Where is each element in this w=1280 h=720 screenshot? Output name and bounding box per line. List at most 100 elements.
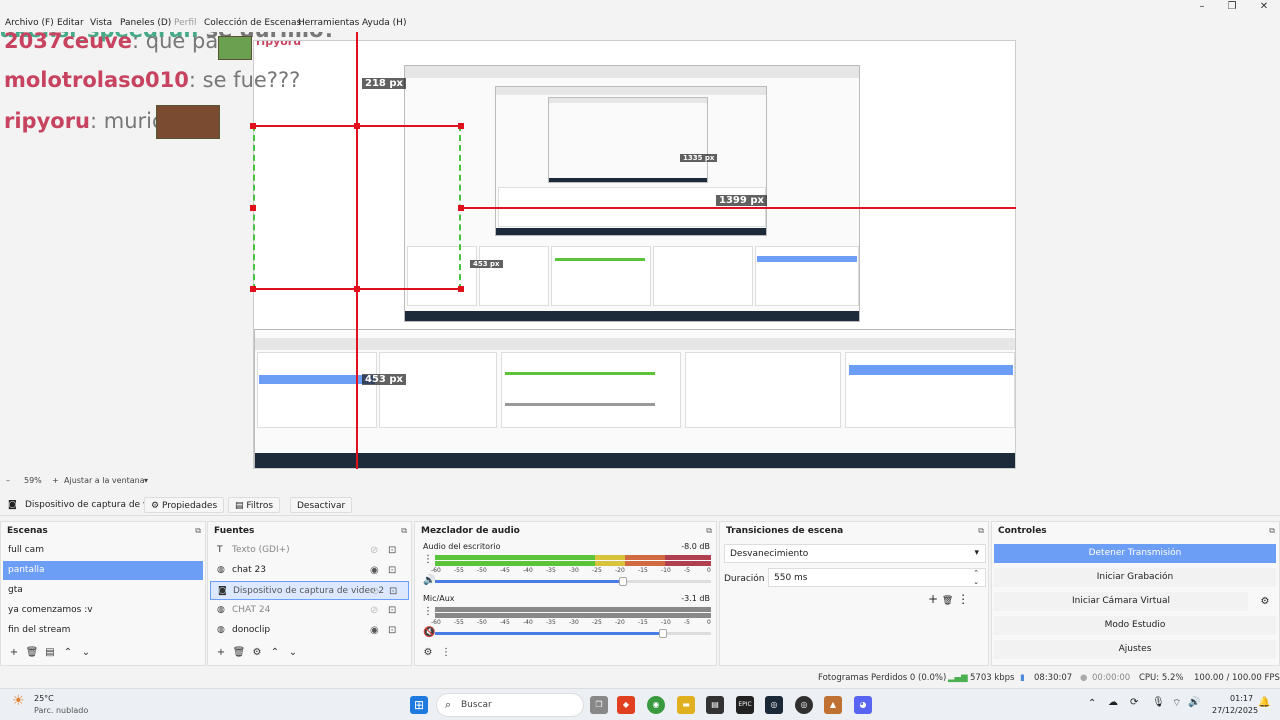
transform-handle[interactable] bbox=[354, 123, 360, 129]
zoom-fit[interactable]: Ajustar a la ventana bbox=[64, 476, 145, 485]
chevron-up-icon[interactable]: ⌃ bbox=[1088, 698, 1096, 709]
gear-icon[interactable]: ⚙ bbox=[1254, 592, 1276, 611]
gear-icon[interactable]: ⚙ bbox=[419, 647, 437, 658]
weather-desc[interactable]: Parc. nublado bbox=[34, 706, 88, 715]
transform-handle[interactable] bbox=[250, 205, 256, 211]
speaker-muted-icon[interactable]: 🔇 bbox=[423, 627, 435, 638]
menu-editar[interactable]: Editar bbox=[57, 18, 84, 28]
preview-area[interactable]: ripyoru 218 px 453 px 1399 px 1335 px 45… bbox=[0, 32, 1280, 475]
lock-icon[interactable]: ⊡ bbox=[388, 541, 396, 560]
weather-icon[interactable]: ☀ bbox=[12, 693, 32, 713]
source-item[interactable]: T Texto (GDI+) ⊘ ⊡ bbox=[210, 541, 409, 560]
kebab-menu-icon[interactable]: ⋮ bbox=[423, 554, 433, 565]
game-icon[interactable]: ▲ bbox=[824, 696, 842, 714]
lock-icon[interactable]: ⊡ bbox=[389, 582, 397, 601]
studio-mode-button[interactable]: Modo Estudio bbox=[994, 616, 1276, 635]
float-icon[interactable]: ⧉ bbox=[195, 526, 201, 536]
notification-icon[interactable]: 🔔 bbox=[1258, 697, 1270, 708]
add-icon[interactable]: + bbox=[212, 647, 230, 658]
taskbar-search[interactable]: ⌕ Buscar bbox=[436, 693, 584, 717]
clock-time[interactable]: 01:17 bbox=[1230, 694, 1253, 703]
transform-handle[interactable] bbox=[458, 286, 464, 292]
zoom-out-icon[interactable]: – bbox=[6, 476, 10, 485]
chevron-up-icon[interactable]: ⌃ bbox=[59, 647, 77, 658]
trash-icon[interactable]: 🗑 bbox=[230, 647, 248, 658]
kebab-menu-icon[interactable]: ⋮ bbox=[437, 647, 455, 658]
start-recording-button[interactable]: Iniciar Grabación bbox=[994, 568, 1276, 587]
duration-input[interactable]: 550 ms ⌃ ⌄ bbox=[768, 568, 986, 587]
speaker-icon[interactable]: 🔊 bbox=[423, 575, 435, 586]
float-icon[interactable]: ⧉ bbox=[1269, 526, 1275, 536]
eye-icon[interactable]: ◉ bbox=[370, 561, 379, 580]
transform-handle[interactable] bbox=[458, 205, 464, 211]
source-item[interactable]: ◍ chat 23 ◉ ⊡ bbox=[210, 561, 409, 580]
deactivate-button[interactable]: Desactivar bbox=[290, 497, 353, 513]
scene-item[interactable]: pantalla bbox=[3, 561, 203, 580]
chevron-up-icon[interactable]: ⌃ bbox=[266, 647, 284, 658]
filters-button[interactable]: ▤ Filtros bbox=[228, 497, 281, 513]
kebab-menu-icon[interactable]: ⋮ bbox=[957, 592, 969, 606]
eye-hidden-icon[interactable]: ⊘ bbox=[370, 601, 378, 620]
minimize-button[interactable]: – bbox=[1192, 1, 1212, 13]
windows-start-icon[interactable]: ⊞ bbox=[410, 696, 428, 714]
menu-archivo[interactable]: Archivo (F) bbox=[5, 18, 54, 28]
chrome-icon[interactable]: ◉ bbox=[647, 696, 665, 714]
file-explorer-icon[interactable]: ▬ bbox=[677, 696, 695, 714]
tray-icon[interactable]: ☁ bbox=[1108, 697, 1118, 708]
source-item[interactable]: ◙ Dispositivo de captura de video 2 ⊘ ⊡ bbox=[210, 581, 409, 600]
close-button[interactable]: ✕ bbox=[1254, 1, 1274, 13]
steam-icon[interactable]: ◎ bbox=[765, 696, 783, 714]
kebab-menu-icon[interactable]: ⋮ bbox=[423, 606, 433, 617]
scene-item[interactable]: full cam bbox=[3, 541, 203, 560]
transform-handle[interactable] bbox=[458, 123, 464, 129]
eye-hidden-icon[interactable]: ⊘ bbox=[371, 582, 379, 601]
trash-icon[interactable]: 🗑 bbox=[23, 647, 41, 658]
discord-icon[interactable]: ◕ bbox=[854, 696, 872, 714]
volume-fader[interactable] bbox=[435, 577, 711, 586]
scene-item[interactable]: ya comenzamos :v bbox=[3, 601, 203, 620]
mic-icon[interactable]: 🎙 bbox=[1152, 697, 1165, 708]
preview-canvas[interactable]: ripyoru bbox=[253, 40, 1016, 469]
scene-item[interactable]: fin del stream bbox=[3, 621, 203, 640]
menu-paneles[interactable]: Paneles (D) bbox=[120, 18, 171, 28]
float-icon[interactable]: ⧉ bbox=[706, 526, 712, 536]
source-item[interactable]: ◍ CHAT 24 ⊘ ⊡ bbox=[210, 601, 409, 620]
add-icon[interactable]: + bbox=[928, 592, 938, 606]
volume-fader[interactable] bbox=[435, 629, 711, 638]
task-view-icon[interactable]: ❐ bbox=[590, 696, 608, 714]
chevron-down-icon[interactable]: ⌄ bbox=[284, 647, 302, 658]
transform-handle[interactable] bbox=[250, 286, 256, 292]
start-virtual-cam-button[interactable]: Iniciar Cámara Virtual bbox=[994, 592, 1248, 611]
network-icon[interactable]: ⌔ bbox=[1172, 697, 1181, 710]
zoom-in-icon[interactable]: + bbox=[52, 476, 59, 485]
source-item[interactable]: ◍ donoclip ◉ ⊡ bbox=[210, 621, 409, 640]
gear-icon[interactable]: ⚙ bbox=[248, 647, 266, 658]
stop-stream-button[interactable]: Detener Transmisión bbox=[994, 544, 1276, 563]
clock-date[interactable]: 27/12/2025 bbox=[1212, 706, 1258, 715]
transition-select[interactable]: Desvanecimiento ▾ bbox=[724, 544, 986, 563]
eye-hidden-icon[interactable]: ⊘ bbox=[370, 541, 378, 560]
menu-ayuda[interactable]: Ayuda (H) bbox=[362, 18, 406, 28]
menu-perfil[interactable]: Perfil bbox=[174, 18, 197, 28]
menu-coleccion-escenas[interactable]: Colección de Escenas bbox=[204, 18, 301, 28]
lock-icon[interactable]: ⊡ bbox=[388, 601, 396, 620]
add-icon[interactable]: + bbox=[5, 647, 23, 658]
menu-vista[interactable]: Vista bbox=[90, 18, 112, 28]
weather-temp[interactable]: 25°C bbox=[34, 694, 54, 703]
epic-games-icon[interactable]: EPIC bbox=[736, 696, 754, 714]
float-icon[interactable]: ⧉ bbox=[978, 526, 984, 536]
maximize-button[interactable]: ❐ bbox=[1222, 1, 1242, 13]
tray-icon[interactable]: ⟳ bbox=[1130, 697, 1138, 708]
chevron-down-icon[interactable]: ⌄ bbox=[77, 647, 95, 658]
brave-icon[interactable]: ◆ bbox=[617, 696, 635, 714]
transform-handle[interactable] bbox=[250, 123, 256, 129]
obs-icon[interactable]: ◎ bbox=[795, 696, 813, 714]
properties-button[interactable]: ⚙ Propiedades bbox=[144, 497, 225, 513]
filter-icon[interactable]: ▤ bbox=[41, 647, 59, 658]
lock-icon[interactable]: ⊡ bbox=[388, 621, 396, 640]
spinner-icon[interactable]: ⌃ ⌄ bbox=[973, 569, 979, 587]
trash-icon[interactable]: 🗑 bbox=[942, 596, 953, 606]
chevron-down-icon[interactable]: ▾ bbox=[144, 476, 148, 485]
settings-button[interactable]: Ajustes bbox=[994, 640, 1276, 659]
float-icon[interactable]: ⧉ bbox=[401, 526, 407, 536]
